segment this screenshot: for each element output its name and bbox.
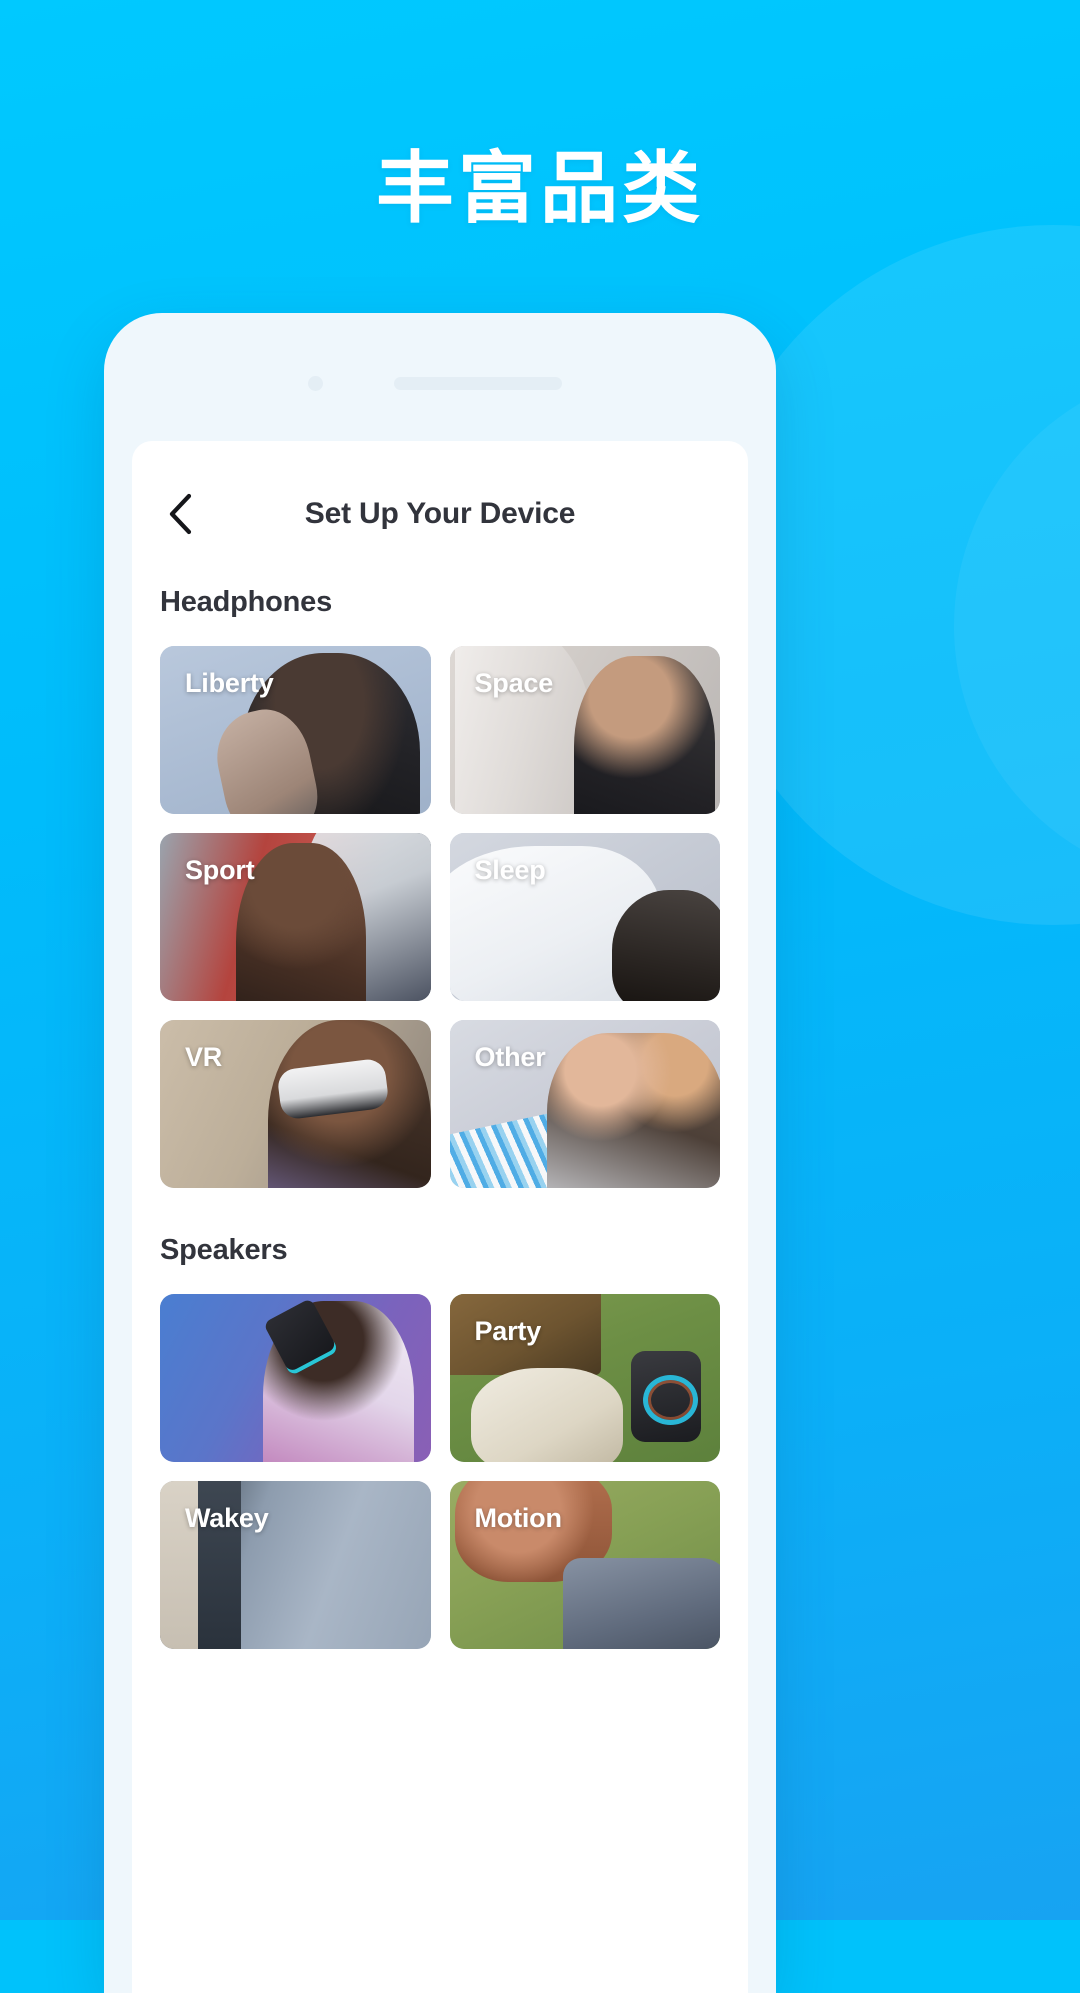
card-label: Party — [474, 1316, 542, 1346]
front-camera-icon — [308, 376, 323, 391]
device-card-space[interactable]: Space — [449, 646, 720, 814]
card-label: Other — [474, 1042, 546, 1072]
card-grid-speakers: Party Wakey Motion — [160, 1294, 720, 1649]
earpiece-speaker-icon — [394, 377, 562, 390]
app-screen: Set Up Your Device Headphones Liberty Sp… — [132, 441, 748, 1993]
device-card-motion[interactable]: Motion — [449, 1481, 720, 1649]
card-label: Space — [474, 668, 554, 698]
section-headphones: Headphones Liberty Space Sport Sleep VR … — [132, 586, 748, 1188]
card-label: Sleep — [474, 855, 546, 885]
card-label: Liberty — [185, 668, 274, 698]
card-label: Sport — [185, 855, 255, 885]
section-title-speakers: Speakers — [160, 1234, 288, 1266]
card-artwork-detail — [630, 1351, 702, 1442]
device-card-liberty[interactable]: Liberty — [160, 646, 431, 814]
app-navbar: Set Up Your Device — [132, 441, 748, 586]
phone-mockup: Set Up Your Device Headphones Liberty Sp… — [104, 313, 776, 1993]
section-title-headphones: Headphones — [160, 586, 333, 618]
device-card-other[interactable]: Other — [449, 1020, 720, 1188]
page-title: Set Up Your Device — [304, 496, 576, 530]
device-card-boom[interactable] — [160, 1294, 431, 1462]
device-card-sleep[interactable]: Sleep — [449, 833, 720, 1001]
back-button[interactable] — [158, 492, 202, 536]
device-card-wakey[interactable]: Wakey — [160, 1481, 431, 1649]
card-grid-headphones: Liberty Space Sport Sleep VR Other — [160, 646, 720, 1188]
device-card-sport[interactable]: Sport — [160, 833, 431, 1001]
card-label: VR — [185, 1042, 223, 1072]
card-label: Wakey — [185, 1503, 269, 1533]
hero-title: 丰富品类 — [375, 144, 704, 232]
card-artwork — [160, 1294, 431, 1462]
chevron-left-icon — [167, 493, 193, 535]
device-card-vr[interactable]: VR — [160, 1020, 431, 1188]
card-label: Motion — [474, 1503, 562, 1533]
device-card-party[interactable]: Party — [449, 1294, 720, 1462]
section-speakers: Speakers Party Wakey Motion — [132, 1234, 748, 1649]
